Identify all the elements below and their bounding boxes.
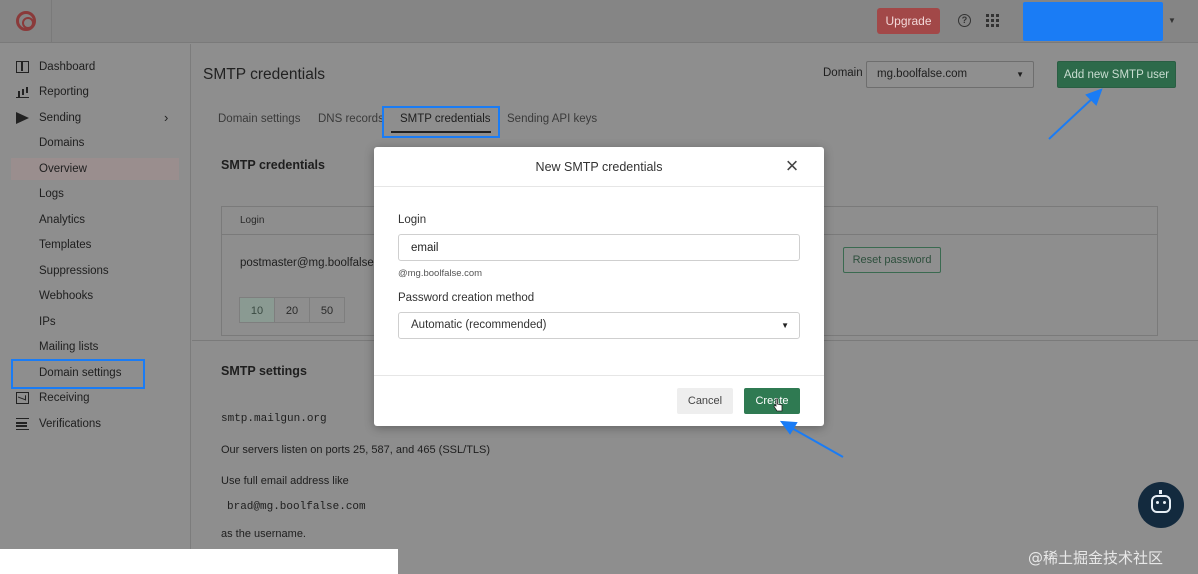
caret-down-icon: ▼	[781, 321, 789, 330]
sidebar-item-label: Overview	[39, 163, 87, 175]
logo-container[interactable]	[0, 0, 52, 43]
sidebar-item-sending[interactable]: Sending ›	[0, 107, 180, 129]
password-method-label: Password creation method	[398, 292, 535, 304]
sidebar-item-label: Webhooks	[39, 290, 94, 302]
top-bar: Upgrade ? ▼	[0, 0, 1198, 43]
sidebar-item-reporting[interactable]: Reporting	[0, 81, 180, 103]
username-suffix-text: as the username.	[221, 528, 306, 540]
caret-down-icon[interactable]: ▼	[1168, 16, 1176, 25]
domain-label: Domain	[823, 67, 863, 79]
tab-domain-settings[interactable]: Domain settings	[218, 113, 300, 125]
password-method-select[interactable]: Automatic (recommended) ▼	[398, 312, 800, 339]
sidebar-item-webhooks[interactable]: Webhooks	[0, 285, 180, 307]
sidebar-item-label: Logs	[39, 188, 64, 200]
sidebar-item-templates[interactable]: Templates	[0, 234, 180, 256]
credentials-section-title: SMTP credentials	[221, 158, 325, 172]
example-email: brad@mg.boolfalse.com	[227, 501, 366, 513]
modal-title: New SMTP credentials	[535, 160, 663, 174]
chevron-right-icon[interactable]: ›	[164, 107, 168, 129]
help-icon[interactable]: ?	[958, 14, 971, 27]
page-title: SMTP credentials	[203, 66, 326, 83]
send-icon	[16, 112, 29, 124]
sidebar-item-suppressions[interactable]: Suppressions	[0, 260, 180, 282]
sidebar-item-verifications[interactable]: Verifications	[0, 413, 180, 435]
sidebar: Dashboard Reporting Sending › Domains Ov…	[0, 44, 191, 549]
list-icon	[16, 418, 29, 430]
sidebar-item-analytics[interactable]: Analytics	[0, 209, 180, 231]
page-size-selector: 10 20 50	[239, 297, 345, 323]
modal-footer-divider	[374, 375, 824, 376]
domain-settings-highlight-box	[11, 359, 145, 389]
bottom-overlay	[0, 549, 398, 574]
mail-icon	[16, 392, 29, 404]
ports-text: Our servers listen on ports 25, 587, and…	[221, 444, 491, 456]
cancel-button[interactable]: Cancel	[677, 388, 733, 414]
login-domain-suffix: @mg.boolfalse.com	[398, 268, 483, 279]
tab-dns-records[interactable]: DNS records	[318, 113, 384, 125]
sidebar-item-label: Domains	[39, 137, 85, 149]
table-row-login: postmaster@mg.boolfalse.c	[240, 257, 383, 269]
sidebar-item-mailing-lists[interactable]: Mailing lists	[0, 336, 180, 358]
watermark-text: @稀土掘金技术社区	[1028, 549, 1164, 567]
sidebar-item-logs[interactable]: Logs	[0, 183, 180, 205]
page-size-10[interactable]: 10	[239, 297, 275, 323]
username-hint: Use full email address like	[221, 475, 349, 487]
caret-down-icon: ▼	[1016, 70, 1024, 79]
add-smtp-user-button[interactable]: Add new SMTP user	[1057, 61, 1176, 88]
create-button[interactable]: Create	[744, 388, 800, 414]
login-input[interactable]	[398, 234, 800, 261]
column-header-login: Login	[240, 215, 265, 226]
sidebar-item-label: Mailing lists	[39, 341, 99, 353]
page-size-50[interactable]: 50	[309, 297, 345, 323]
sidebar-item-label: Dashboard	[39, 61, 96, 73]
reset-password-button[interactable]: Reset password	[843, 247, 941, 273]
sidebar-item-domains[interactable]: Domains	[0, 132, 180, 154]
sidebar-item-overview[interactable]: Overview	[11, 158, 179, 180]
apps-grid-icon[interactable]	[986, 14, 999, 27]
robot-icon	[1151, 490, 1171, 513]
sidebar-item-label: Analytics	[39, 214, 86, 226]
sidebar-item-label: Templates	[39, 239, 92, 251]
sidebar-item-dashboard[interactable]: Dashboard	[0, 56, 180, 78]
tab-sending-api-keys[interactable]: Sending API keys	[507, 113, 597, 125]
settings-section-title: SMTP settings	[221, 364, 307, 378]
domain-select[interactable]: mg.boolfalse.com ▼	[866, 61, 1034, 88]
domain-select-value: mg.boolfalse.com	[877, 68, 968, 80]
cursor-hand-icon	[773, 398, 783, 412]
sidebar-item-label: Suppressions	[39, 265, 109, 277]
sidebar-item-label: Reporting	[39, 86, 89, 98]
password-method-value: Automatic (recommended)	[411, 319, 547, 331]
modal-header: New SMTP credentials ×	[374, 147, 824, 187]
account-menu[interactable]	[1023, 2, 1163, 41]
reporting-icon	[16, 86, 29, 98]
login-label: Login	[398, 214, 427, 226]
smtp-host: smtp.mailgun.org	[221, 413, 327, 425]
sidebar-item-label: IPs	[39, 316, 56, 328]
new-smtp-credentials-modal: New SMTP credentials × Login @mg.boolfal…	[374, 147, 824, 426]
upgrade-button[interactable]: Upgrade	[877, 8, 940, 34]
chat-bot-button[interactable]	[1138, 482, 1184, 528]
page-size-20[interactable]: 20	[274, 297, 310, 323]
sidebar-item-label: Receiving	[39, 392, 90, 404]
sidebar-item-receiving[interactable]: Receiving	[0, 387, 180, 409]
sidebar-item-label: Sending	[39, 112, 82, 124]
close-icon[interactable]: ×	[780, 155, 804, 179]
mailgun-logo-icon[interactable]	[16, 11, 36, 31]
sidebar-item-ips[interactable]: IPs	[0, 311, 180, 333]
dashboard-icon	[16, 61, 29, 73]
sidebar-item-label: Verifications	[39, 418, 102, 430]
smtp-tab-highlight-box	[382, 106, 500, 138]
